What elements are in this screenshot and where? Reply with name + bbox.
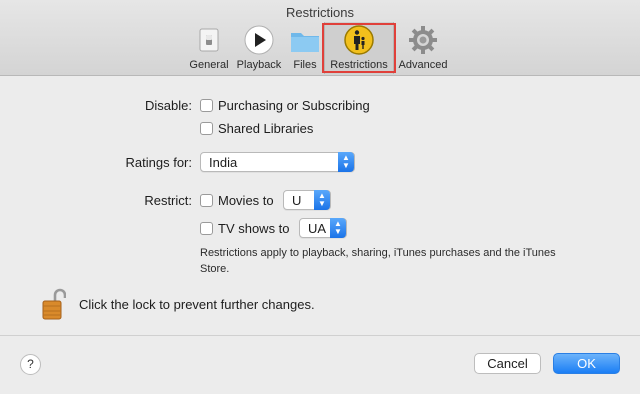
restrict-label: Restrict: bbox=[144, 193, 192, 208]
tab-playback-label: Playback bbox=[236, 59, 282, 71]
chevron-updown-icon: ▲ ▼ bbox=[330, 218, 346, 238]
tv-rating-value: UA bbox=[308, 221, 327, 236]
tab-advanced[interactable]: Advanced bbox=[396, 22, 450, 74]
lock-message: Click the lock to prevent further change… bbox=[79, 297, 315, 312]
cancel-button[interactable]: Cancel bbox=[474, 353, 541, 374]
gear-icon bbox=[407, 24, 439, 56]
tab-general-label: General bbox=[189, 59, 229, 71]
toolbar: Restrictions General Playback Files Rest… bbox=[0, 0, 640, 76]
tv-shows-label: TV shows to bbox=[218, 221, 290, 236]
shared-libraries-label: Shared Libraries bbox=[218, 121, 314, 136]
ratings-label: Ratings for: bbox=[125, 155, 192, 170]
lock-open-icon[interactable] bbox=[42, 287, 67, 321]
chevron-updown-icon: ▲ ▼ bbox=[314, 190, 330, 210]
ratings-country-value: India bbox=[209, 155, 238, 170]
movies-rating-value: U bbox=[292, 193, 302, 208]
shared-libraries-checkbox[interactable] bbox=[200, 122, 213, 135]
tab-files-label: Files bbox=[293, 59, 317, 71]
movies-rating-select[interactable]: U ▲ ▼ bbox=[283, 190, 331, 210]
movies-checkbox[interactable] bbox=[200, 194, 213, 207]
folder-icon bbox=[289, 24, 321, 56]
tv-rating-select[interactable]: UA ▲ ▼ bbox=[299, 218, 347, 238]
tab-playback[interactable]: Playback bbox=[234, 22, 284, 74]
ok-button[interactable]: OK bbox=[553, 353, 620, 374]
tab-files[interactable]: Files bbox=[287, 22, 323, 74]
restrictions-note: Restrictions apply to playback, sharing,… bbox=[200, 247, 556, 275]
help-button[interactable]: ? bbox=[20, 354, 41, 375]
restrictions-tab-highlight bbox=[322, 23, 396, 73]
purchasing-label: Purchasing or Subscribing bbox=[218, 98, 370, 113]
chevron-updown-icon: ▲ ▼ bbox=[338, 152, 354, 172]
disable-label: Disable: bbox=[145, 98, 192, 113]
movies-label: Movies to bbox=[218, 193, 274, 208]
preferences-window: Restrictions General Playback Files Rest… bbox=[0, 0, 640, 394]
play-icon bbox=[243, 24, 275, 56]
general-switch-icon bbox=[193, 24, 225, 56]
ratings-country-select[interactable]: India ▲ ▼ bbox=[200, 152, 355, 172]
tab-general[interactable]: General bbox=[186, 22, 232, 74]
window-title: Restrictions bbox=[286, 5, 354, 20]
footer-divider bbox=[0, 335, 640, 336]
tab-advanced-label: Advanced bbox=[398, 59, 448, 71]
purchasing-checkbox[interactable] bbox=[200, 99, 213, 112]
tv-shows-checkbox[interactable] bbox=[200, 222, 213, 235]
